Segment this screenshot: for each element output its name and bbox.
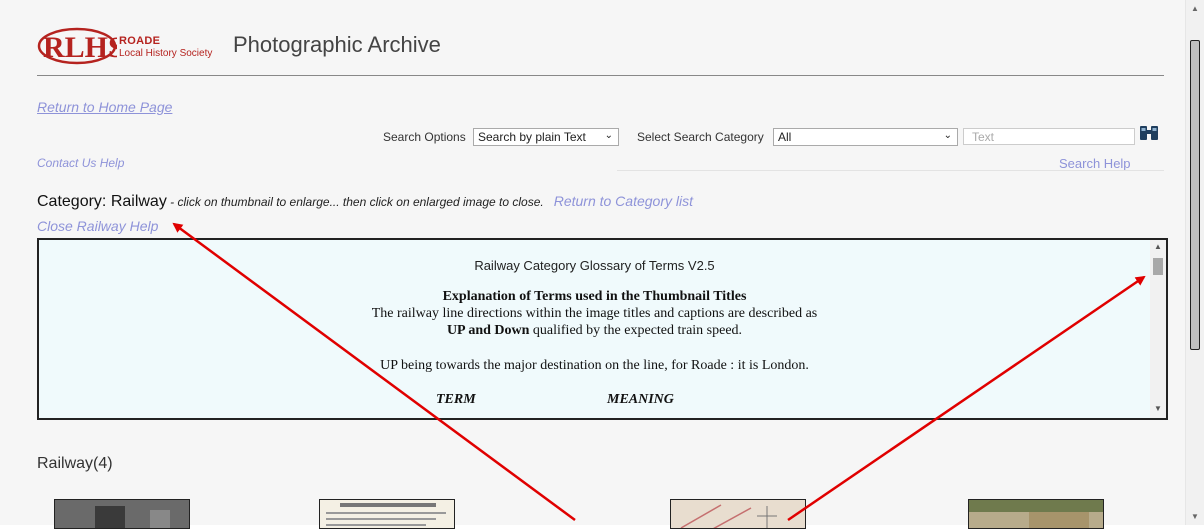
search-divider bbox=[617, 170, 1164, 171]
svg-text:RLHS: RLHS bbox=[43, 31, 117, 64]
glossary-line2-rest: qualified by the expected train speed. bbox=[529, 323, 743, 338]
binoculars-icon[interactable] bbox=[1139, 124, 1159, 142]
section-title: Railway(4) bbox=[37, 455, 113, 472]
logo-name: ROADE bbox=[119, 35, 161, 47]
category-label: Category: Railway bbox=[37, 193, 167, 210]
glossary-meaning-header: MEANING bbox=[607, 392, 674, 407]
page-title: Photographic Archive bbox=[233, 32, 441, 57]
page-scrollbar[interactable]: ▲ ▼ bbox=[1185, 0, 1204, 525]
glossary-line1: The railway line directions within the i… bbox=[371, 306, 818, 321]
glossary-explanation: Explanation of Terms used in the Thumbna… bbox=[39, 288, 1150, 339]
rlhs-logo-mark: RLHS bbox=[37, 27, 117, 65]
category-instructions: - click on thumbnail to enlarge... then … bbox=[166, 195, 544, 209]
scroll-down-icon[interactable]: ▼ bbox=[1191, 512, 1199, 521]
page: RLHS ROADE Local History Society Photogr… bbox=[0, 0, 1186, 529]
glossary-scrollbar[interactable]: ▲ ▼ bbox=[1150, 240, 1166, 418]
scroll-down-icon[interactable]: ▼ bbox=[1154, 404, 1162, 413]
search-category-label: Select Search Category bbox=[637, 130, 764, 144]
search-text-input[interactable]: Text bbox=[963, 128, 1135, 145]
scroll-up-icon[interactable]: ▲ bbox=[1191, 4, 1199, 13]
search-category-select[interactable]: All ⌄ bbox=[773, 128, 958, 146]
chevron-down-icon: ⌄ bbox=[604, 130, 613, 141]
category-line: Category: Railway - click on thumbnail t… bbox=[37, 193, 693, 211]
close-railway-help-link[interactable]: Close Railway Help bbox=[37, 218, 158, 234]
glossary-heading: Explanation of Terms used in the Thumbna… bbox=[442, 289, 747, 304]
search-options-select[interactable]: Search by plain Text ⌄ bbox=[473, 128, 619, 146]
chevron-down-icon: ⌄ bbox=[943, 130, 952, 141]
search-options-value: Search by plain Text bbox=[478, 130, 586, 144]
header-divider bbox=[37, 75, 1164, 76]
scroll-up-icon[interactable]: ▲ bbox=[1154, 242, 1162, 251]
search-category-value: All bbox=[778, 130, 792, 144]
logo-subtitle: Local History Society bbox=[119, 48, 213, 59]
return-category-list-link[interactable]: Return to Category list bbox=[554, 193, 693, 209]
return-home-link[interactable]: Return to Home Page bbox=[37, 99, 172, 115]
page-scroll-thumb[interactable] bbox=[1190, 40, 1200, 350]
glossary-scroll-thumb[interactable] bbox=[1153, 258, 1163, 275]
glossary-term-header: TERM bbox=[436, 392, 476, 407]
search-options-label: Search Options bbox=[383, 130, 466, 144]
contact-us-help-link[interactable]: Contact Us Help bbox=[37, 156, 124, 170]
glossary-line2-bold: UP and Down bbox=[446, 323, 530, 338]
glossary-up-definition: UP being towards the major destination o… bbox=[380, 358, 809, 373]
glossary-panel[interactable]: Railway Category Glossary of Terms V2.5 … bbox=[37, 238, 1168, 420]
glossary-title: Railway Category Glossary of Terms V2.5 bbox=[474, 258, 715, 273]
search-help-link[interactable]: Search Help bbox=[1059, 156, 1131, 171]
site-logo[interactable]: RLHS ROADE Local History Society bbox=[37, 26, 217, 66]
